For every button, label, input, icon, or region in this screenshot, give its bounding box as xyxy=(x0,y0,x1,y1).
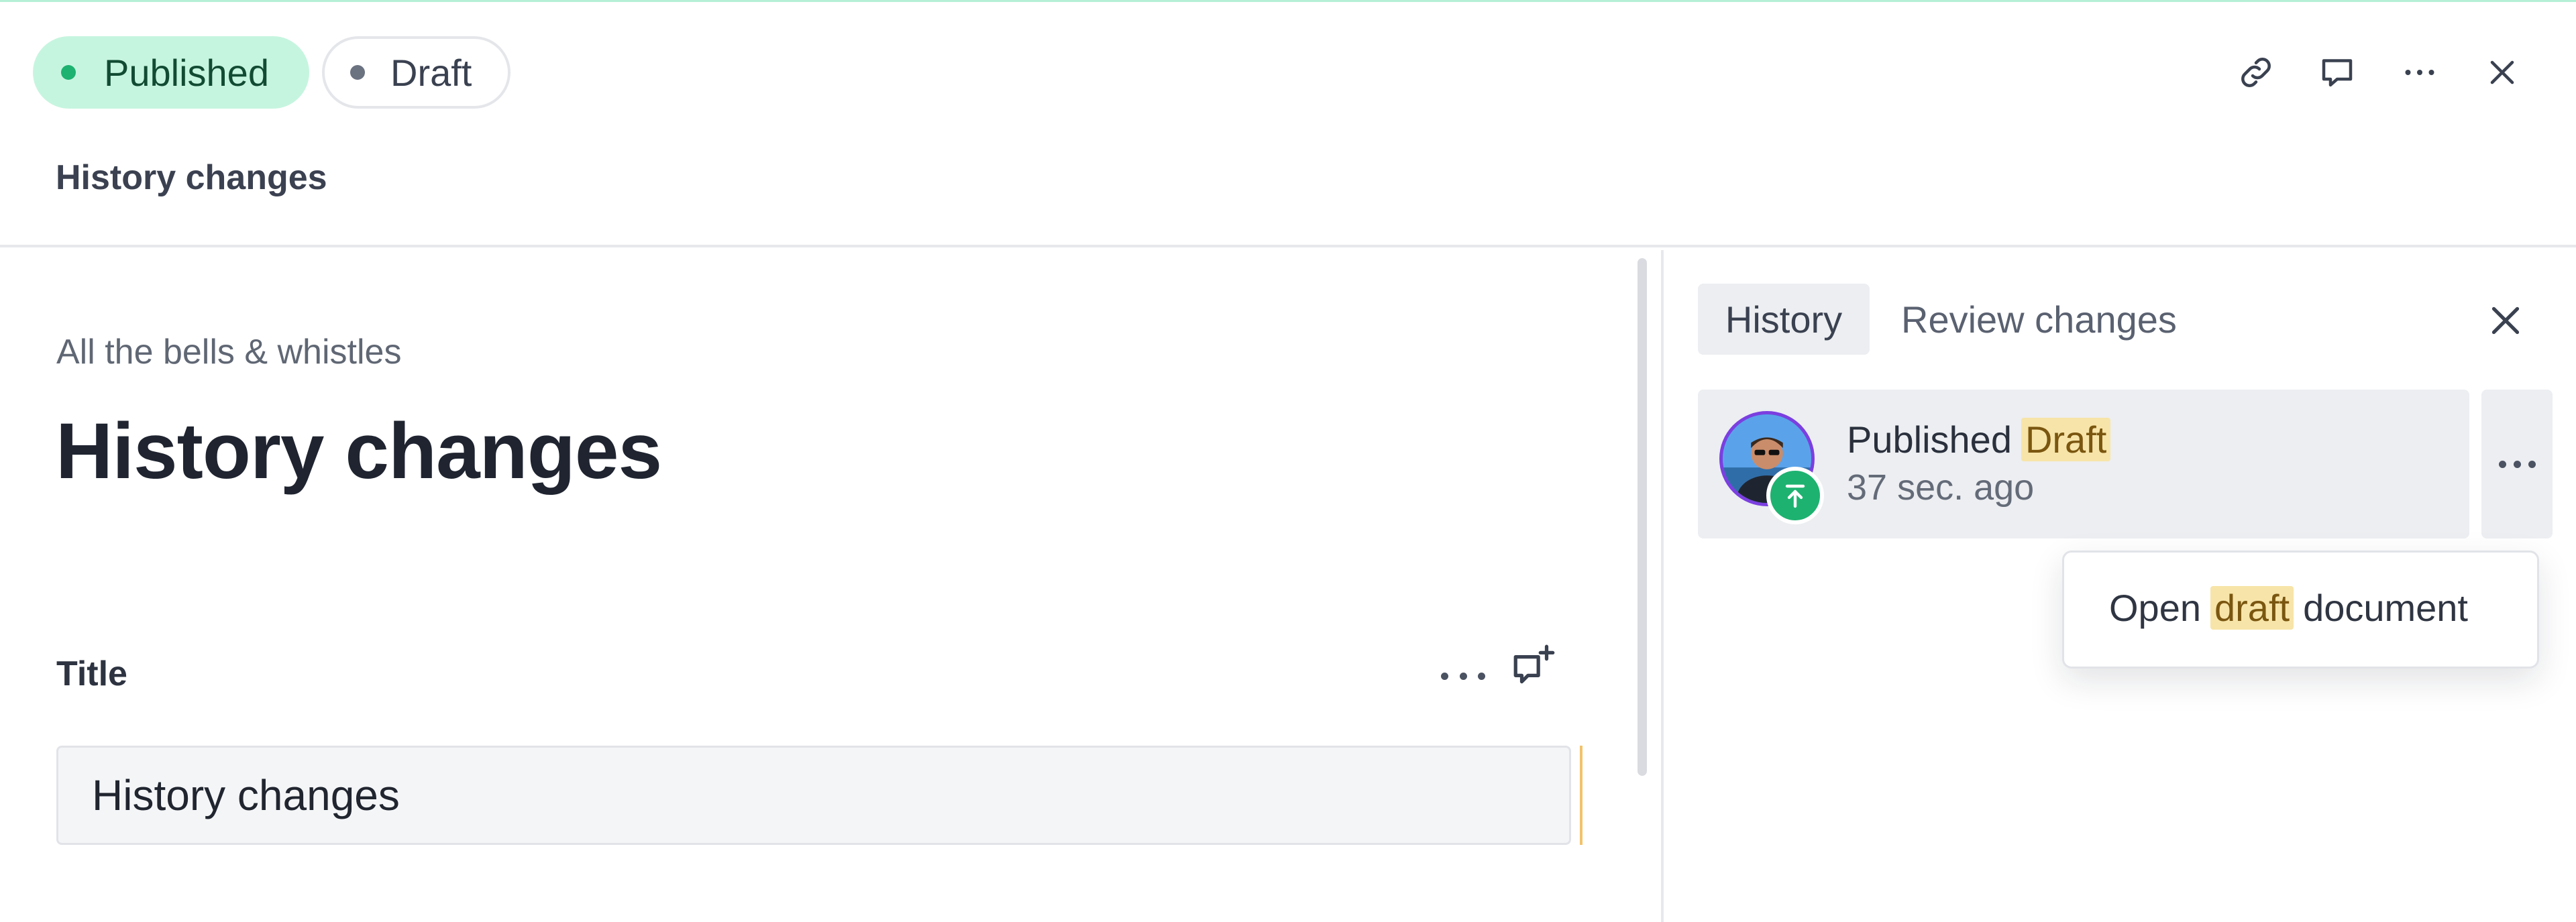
close-panel-icon[interactable] xyxy=(2482,297,2529,344)
status-draft-label: Draft xyxy=(390,51,472,94)
history-entry-action: Published xyxy=(1847,418,2012,461)
history-panel: History Review changes Published Draft 3… xyxy=(1664,250,2576,922)
open-draft-document-menu-item[interactable]: Open draft document xyxy=(2109,586,2468,630)
field-more-icon[interactable] xyxy=(1441,666,1485,686)
publish-icon xyxy=(1766,467,1824,524)
status-published-label: Published xyxy=(104,51,269,94)
document-form: All the bells & whistles History changes… xyxy=(0,250,1661,922)
title-field-label: Title xyxy=(56,654,127,693)
studio-document-pane: Published Draft History changes All the … xyxy=(0,0,2576,922)
history-entry-tag: Draft xyxy=(2021,418,2111,461)
history-entry-title: Published Draft xyxy=(1847,418,2111,461)
history-entry[interactable]: Published Draft 37 sec. ago xyxy=(1698,390,2469,538)
tab-review-changes[interactable]: Review changes xyxy=(1901,284,2177,355)
title-field-input[interactable] xyxy=(56,746,1571,845)
scrollbar[interactable] xyxy=(1638,258,1647,776)
menu-item-highlight: draft xyxy=(2210,586,2294,630)
history-entry-menu: Open draft document xyxy=(2062,551,2539,669)
document-type-breadcrumb: All the bells & whistles xyxy=(56,333,402,371)
history-entry-time: 37 sec. ago xyxy=(1847,467,2035,508)
header-document-title: History changes xyxy=(56,158,327,197)
field-change-marker xyxy=(1580,746,1582,845)
menu-item-prefix: Open xyxy=(2109,587,2201,629)
document-title: History changes xyxy=(56,407,662,496)
history-entry-more-button[interactable] xyxy=(2481,390,2553,538)
more-icon[interactable] xyxy=(2400,52,2440,93)
status-published-pill[interactable]: Published xyxy=(33,36,309,109)
close-icon[interactable] xyxy=(2482,52,2522,93)
add-comment-icon[interactable] xyxy=(1509,642,1559,692)
comment-icon[interactable] xyxy=(2317,52,2357,93)
link-icon[interactable] xyxy=(2236,52,2276,93)
document-header: Published Draft History changes xyxy=(0,2,2576,247)
published-dot-icon xyxy=(61,65,76,80)
tab-history[interactable]: History xyxy=(1698,284,1870,355)
status-draft-pill[interactable]: Draft xyxy=(322,36,511,109)
draft-dot-icon xyxy=(350,65,365,80)
menu-item-suffix: document xyxy=(2303,587,2468,629)
